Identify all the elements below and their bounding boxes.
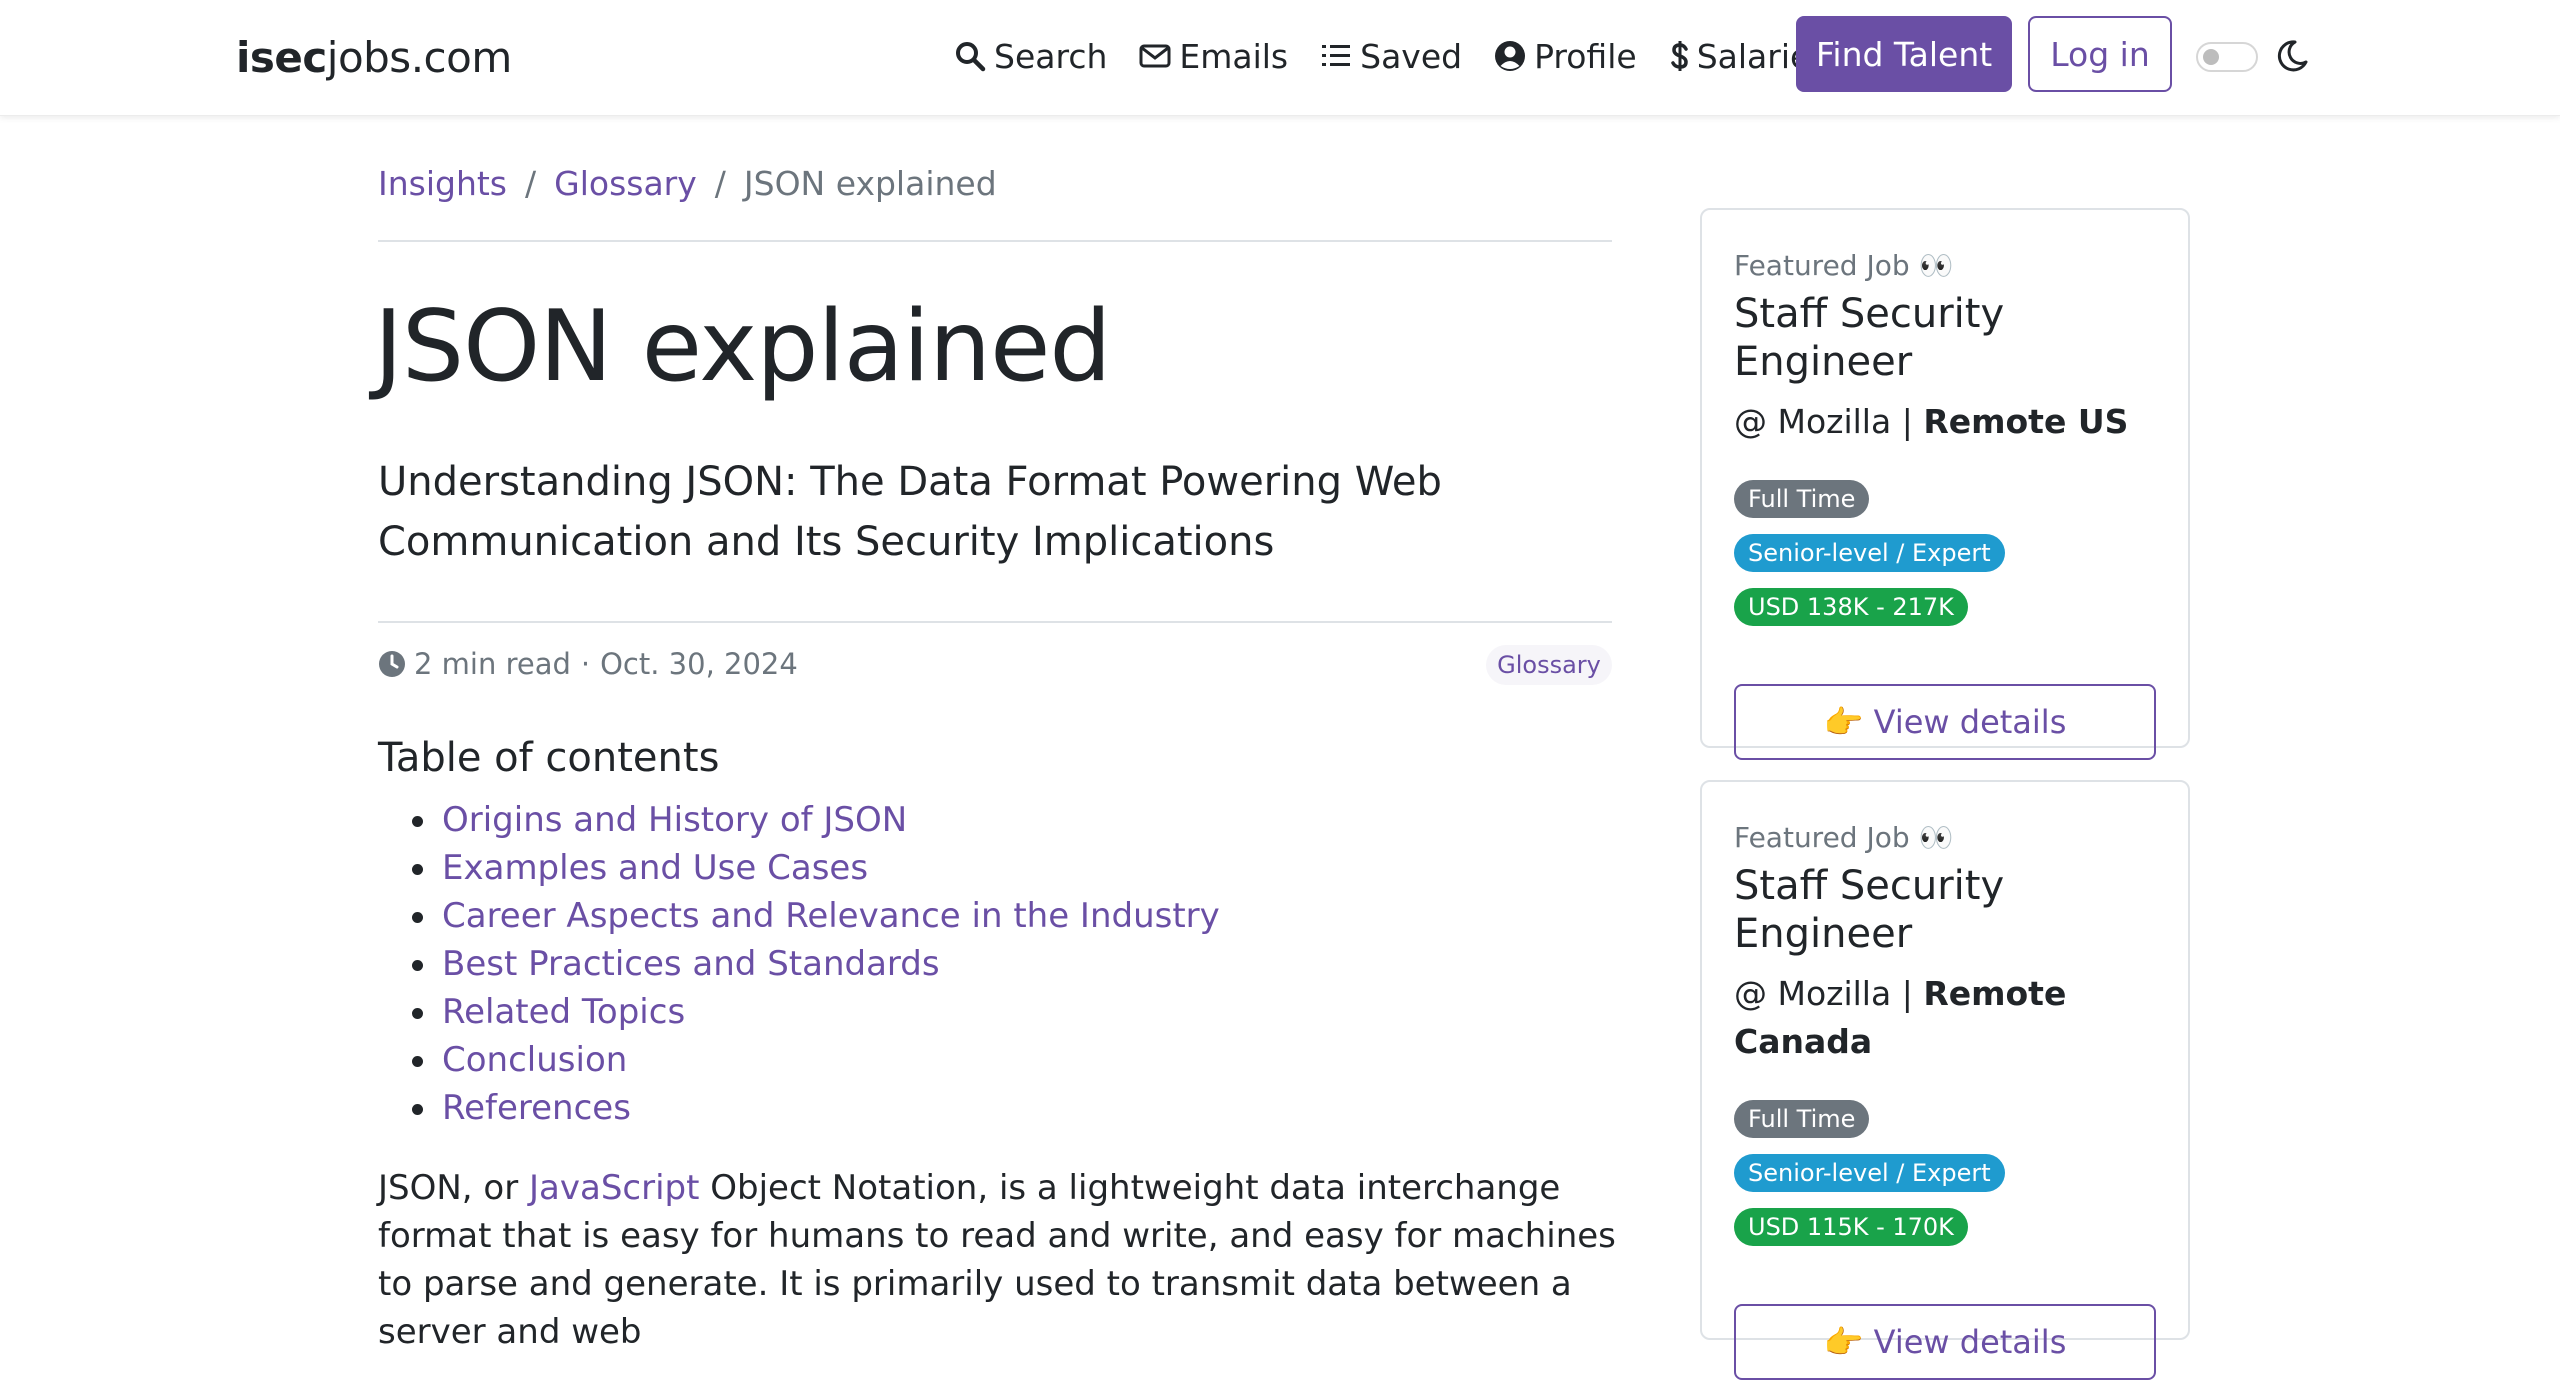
dark-mode-toggle[interactable]: [2196, 42, 2258, 72]
article-body: JSON, or JavaScript Object Notation, is …: [378, 1164, 1618, 1356]
featured-job-label: Featured Job 👀: [1734, 249, 1954, 282]
brand-bold-text: isec: [236, 33, 327, 82]
brand-logo[interactable]: isecjobs.com: [236, 30, 512, 86]
toc-item[interactable]: Origins and History of JSON: [378, 796, 1220, 844]
brand-rest-text: jobs.com: [326, 33, 512, 82]
job-location: Remote US: [1923, 402, 2129, 441]
job-badges: Full Time Senior-level / Expert USD 115K…: [1734, 1100, 2156, 1262]
publish-date: Oct. 30, 2024: [600, 647, 798, 681]
job-title[interactable]: Staff Security Engineer: [1734, 290, 2156, 386]
breadcrumb-insights[interactable]: Insights: [378, 158, 507, 210]
job-title[interactable]: Staff Security Engineer: [1734, 862, 2156, 958]
nav-emails-label: Emails: [1179, 36, 1289, 76]
envelope-icon: [1139, 44, 1171, 68]
breadcrumb-separator: /: [714, 164, 726, 203]
job-company: @ Mozilla | Remote Canada: [1734, 970, 2156, 1066]
toc-item[interactable]: Examples and Use Cases: [378, 844, 1220, 892]
read-time: 2 min read: [414, 647, 571, 681]
view-details-button[interactable]: 👉 View details: [1734, 1304, 2156, 1380]
top-navbar: isecjobs.com Search Emails Saved Profile…: [0, 0, 2560, 116]
job-company: @ Mozilla | Remote US: [1734, 398, 2156, 446]
divider: [378, 240, 1612, 242]
employment-type-badge: Full Time: [1734, 480, 1870, 518]
toc-item[interactable]: Related Topics: [378, 988, 1220, 1036]
find-talent-button[interactable]: Find Talent: [1796, 16, 2012, 92]
moon-icon: [2277, 40, 2308, 72]
seniority-badge: Senior-level / Expert: [1734, 1154, 2005, 1192]
toggle-knob: [2203, 49, 2219, 65]
nav-profile[interactable]: Profile: [1494, 37, 1637, 76]
breadcrumb: Insights / Glossary / JSON explained: [378, 158, 997, 210]
body-prefix: JSON, or: [378, 1168, 530, 1208]
company-separator: |: [1901, 974, 1913, 1013]
seniority-badge: Senior-level / Expert: [1734, 534, 2005, 572]
toc-item[interactable]: Career Aspects and Relevance in the Indu…: [378, 892, 1220, 940]
user-circle-icon: [1495, 41, 1526, 71]
nav-search-label: Search: [994, 36, 1108, 76]
table-of-contents: Origins and History of JSON Examples and…: [378, 796, 1220, 1132]
category-tag[interactable]: Glossary: [1486, 645, 1612, 685]
featured-job-card: Featured Job 👀 Staff Security Engineer @…: [1700, 208, 2190, 760]
salary-badge: USD 115K - 170K: [1734, 1208, 1968, 1246]
article-subtitle: Understanding JSON: The Data Format Powe…: [378, 459, 1442, 565]
nav-profile-label: Profile: [1534, 36, 1637, 76]
clock-icon: [379, 651, 405, 677]
javascript-link[interactable]: JavaScript: [529, 1168, 699, 1208]
breadcrumb-separator: /: [525, 164, 537, 203]
featured-job-label: Featured Job 👀: [1734, 821, 1954, 854]
login-button[interactable]: Log in: [2028, 16, 2172, 92]
job-badges: Full Time Senior-level / Expert USD 138K…: [1734, 480, 2156, 642]
featured-job-card: Featured Job 👀 Staff Security Engineer @…: [1700, 780, 2190, 1380]
search-icon: [956, 42, 986, 72]
toc-item[interactable]: Conclusion: [378, 1036, 1220, 1084]
breadcrumb-current: JSON explained: [743, 164, 997, 203]
divider: [378, 621, 1612, 623]
nav-search[interactable]: Search: [954, 37, 1107, 76]
employment-type-badge: Full Time: [1734, 1100, 1870, 1138]
nav-emails[interactable]: Emails: [1139, 37, 1288, 76]
toc-item[interactable]: References: [378, 1084, 1220, 1132]
view-details-button[interactable]: 👉 View details: [1734, 684, 2156, 760]
toc-item[interactable]: Best Practices and Standards: [378, 940, 1220, 988]
article-meta: 2 min read · Oct. 30, 2024: [378, 640, 798, 688]
page-title: JSON explained: [374, 290, 1112, 404]
nav-saved-label: Saved: [1360, 36, 1463, 76]
nav-links: Search Emails Saved Profile Salaries: [954, 28, 1859, 84]
list-icon: [1322, 45, 1351, 66]
company-name: @ Mozilla: [1734, 402, 1892, 441]
company-name: @ Mozilla: [1734, 974, 1892, 1013]
dollar-icon: [1670, 41, 1688, 71]
salary-badge: USD 138K - 217K: [1734, 588, 1968, 626]
nav-saved[interactable]: Saved: [1320, 37, 1462, 76]
toc-heading: Table of contents: [378, 735, 720, 781]
breadcrumb-glossary[interactable]: Glossary: [554, 158, 697, 210]
company-separator: |: [1901, 402, 1913, 441]
meta-separator: ·: [580, 647, 591, 681]
